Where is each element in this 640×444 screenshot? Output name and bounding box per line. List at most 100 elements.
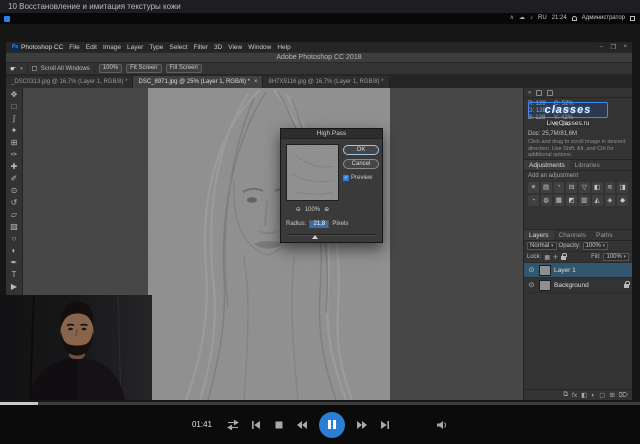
zoom-out-icon[interactable] — [296, 206, 301, 213]
move-tool[interactable]: ✥ — [8, 89, 21, 101]
minimize-icon[interactable] — [600, 43, 604, 51]
radius-slider-thumb[interactable] — [312, 235, 318, 239]
layer-name[interactable]: Layer 1 — [554, 267, 576, 274]
layer-visibility-icon[interactable] — [527, 266, 536, 274]
tab-layers[interactable]: Layers — [524, 230, 554, 240]
brightness-contrast-adjustment-icon[interactable]: ☀ — [528, 182, 539, 193]
hand-tool-icon[interactable]: ☛ — [10, 65, 16, 73]
posterize-adjustment-icon[interactable]: ▥ — [579, 195, 590, 206]
curves-adjustment-icon[interactable]: ◝ — [554, 182, 565, 193]
tab-paths[interactable]: Paths — [591, 230, 618, 240]
invert-adjustment-icon[interactable]: ◩ — [566, 195, 577, 206]
healing-brush-tool[interactable]: ✚ — [8, 161, 21, 173]
blur-tool[interactable]: ○ — [8, 233, 21, 245]
preview-option[interactable]: Preview — [343, 175, 372, 181]
blend-mode-select[interactable]: Normal — [527, 242, 557, 250]
menu-item-type[interactable]: Type — [149, 44, 163, 51]
user-name[interactable]: Администратор — [582, 13, 625, 24]
clock[interactable]: 21:24 — [552, 13, 567, 24]
color-balance-adjustment-icon[interactable]: ≋ — [605, 182, 616, 193]
zoom-100-button[interactable]: 100% — [99, 64, 122, 73]
tab-channels[interactable]: Channels — [554, 230, 591, 240]
preview-checkbox[interactable] — [343, 175, 349, 181]
tab-close-icon[interactable] — [254, 79, 258, 85]
dialog-title[interactable]: High Pass — [281, 129, 382, 139]
radius-input[interactable]: 21,8 — [309, 220, 329, 228]
tab-libraries[interactable]: Libraries — [570, 160, 605, 170]
menu-item-3d[interactable]: 3D — [214, 44, 222, 51]
levels-adjustment-icon[interactable]: ▤ — [541, 182, 552, 193]
sound-icon[interactable]: ♪ — [530, 13, 533, 24]
dialog-preview-thumbnail[interactable] — [286, 144, 339, 201]
menu-item-file[interactable]: File — [69, 44, 79, 51]
next-button[interactable] — [379, 419, 391, 431]
fill-screen-button[interactable]: Fill Screen — [166, 64, 202, 73]
maximize-icon[interactable] — [610, 43, 616, 51]
layer-name[interactable]: Background — [554, 282, 589, 289]
pen-tool[interactable]: ✒ — [8, 257, 21, 269]
zoom-in-icon[interactable] — [324, 206, 329, 213]
document-tab-1[interactable]: _DSC0313.jpg @ 16,7% (Layer 1, RGB/8) * — [6, 76, 133, 88]
dodge-tool[interactable]: ◐ — [8, 245, 21, 257]
tab-adjustments[interactable]: Adjustments — [524, 160, 570, 170]
hidden-icons-chevron-icon[interactable]: ∧ — [510, 13, 514, 24]
vibrance-adjustment-icon[interactable]: ▽ — [579, 182, 590, 193]
menu-item-image[interactable]: Image — [103, 44, 121, 51]
previous-button[interactable] — [250, 419, 262, 431]
collapse-dock-icon[interactable] — [528, 90, 531, 96]
stop-button[interactable] — [273, 419, 285, 431]
volume-button[interactable] — [436, 419, 448, 431]
crop-tool[interactable]: ⊞ — [8, 137, 21, 149]
gradient-map-adjustment-icon[interactable]: ◆ — [617, 195, 628, 206]
magic-wand-tool[interactable]: ✦ — [8, 125, 21, 137]
layer-thumbnail[interactable] — [539, 280, 551, 291]
lock-transparency-icon[interactable]: ▦ — [544, 254, 550, 261]
eraser-tool[interactable]: ▱ — [8, 209, 21, 221]
eyedropper-tool[interactable]: ✑ — [8, 149, 21, 161]
fill-value[interactable]: 100% — [603, 253, 629, 261]
layer-row-background[interactable]: Background — [524, 278, 632, 293]
ok-button[interactable]: OK — [343, 145, 379, 155]
tool-preset-caret-icon[interactable] — [20, 66, 23, 72]
menu-item-select[interactable]: Select — [169, 44, 187, 51]
cancel-button[interactable]: Cancel — [343, 159, 379, 169]
shuffle-button[interactable] — [227, 419, 239, 431]
threshold-adjustment-icon[interactable]: ◭ — [592, 195, 603, 206]
language-indicator[interactable]: RU — [538, 13, 547, 24]
menu-item-view[interactable]: View — [228, 44, 242, 51]
menu-item-help[interactable]: Help — [277, 44, 290, 51]
adjustment-layer-icon[interactable]: ◐ — [591, 392, 595, 399]
libraries-panel-icon[interactable] — [547, 90, 553, 96]
black-white-adjustment-icon[interactable]: ◨ — [617, 182, 628, 193]
brush-tool[interactable]: ✐ — [8, 173, 21, 185]
color-lookup-adjustment-icon[interactable]: ▦ — [554, 195, 565, 206]
opacity-value[interactable]: 100% — [583, 242, 609, 250]
menu-item-edit[interactable]: Edit — [86, 44, 97, 51]
pause-button[interactable] — [319, 412, 345, 438]
delete-layer-icon[interactable]: ⌦ — [619, 391, 628, 399]
selective-color-adjustment-icon[interactable]: ◈ — [605, 195, 616, 206]
hue-saturation-adjustment-icon[interactable]: ◧ — [592, 182, 603, 193]
document-tab-3[interactable]: 8H7X5116.jpg @ 16,7% (Layer 1, RGB/8) * — [263, 76, 389, 88]
layer-visibility-icon[interactable] — [527, 281, 536, 289]
close-icon[interactable] — [623, 43, 627, 51]
gradient-tool[interactable]: ▨ — [8, 221, 21, 233]
channel-mixer-adjustment-icon[interactable]: ◍ — [541, 195, 552, 206]
menu-item-window[interactable]: Window — [248, 44, 271, 51]
network-icon[interactable]: ☁ — [519, 13, 525, 24]
menu-item-layer[interactable]: Layer — [127, 44, 143, 51]
action-center-icon[interactable] — [630, 16, 635, 21]
marquee-tool[interactable]: □ — [8, 101, 21, 113]
lock-all-icon[interactable] — [561, 256, 566, 260]
photo-filter-adjustment-icon[interactable]: ◔ — [528, 195, 539, 206]
forward-button[interactable] — [356, 419, 368, 431]
layer-row-layer-1[interactable]: Layer 1 — [524, 263, 632, 278]
layer-thumbnail[interactable] — [539, 265, 551, 276]
menu-item-filter[interactable]: Filter — [193, 44, 207, 51]
scroll-all-windows-checkbox[interactable] — [32, 66, 37, 71]
new-group-icon[interactable]: ▢ — [599, 391, 605, 399]
link-layers-icon[interactable]: ⧉ — [563, 391, 568, 399]
path-select-tool[interactable]: ▶ — [8, 281, 21, 293]
exposure-adjustment-icon[interactable]: ⊟ — [566, 182, 577, 193]
fit-screen-button[interactable]: Fit Screen — [126, 64, 161, 73]
